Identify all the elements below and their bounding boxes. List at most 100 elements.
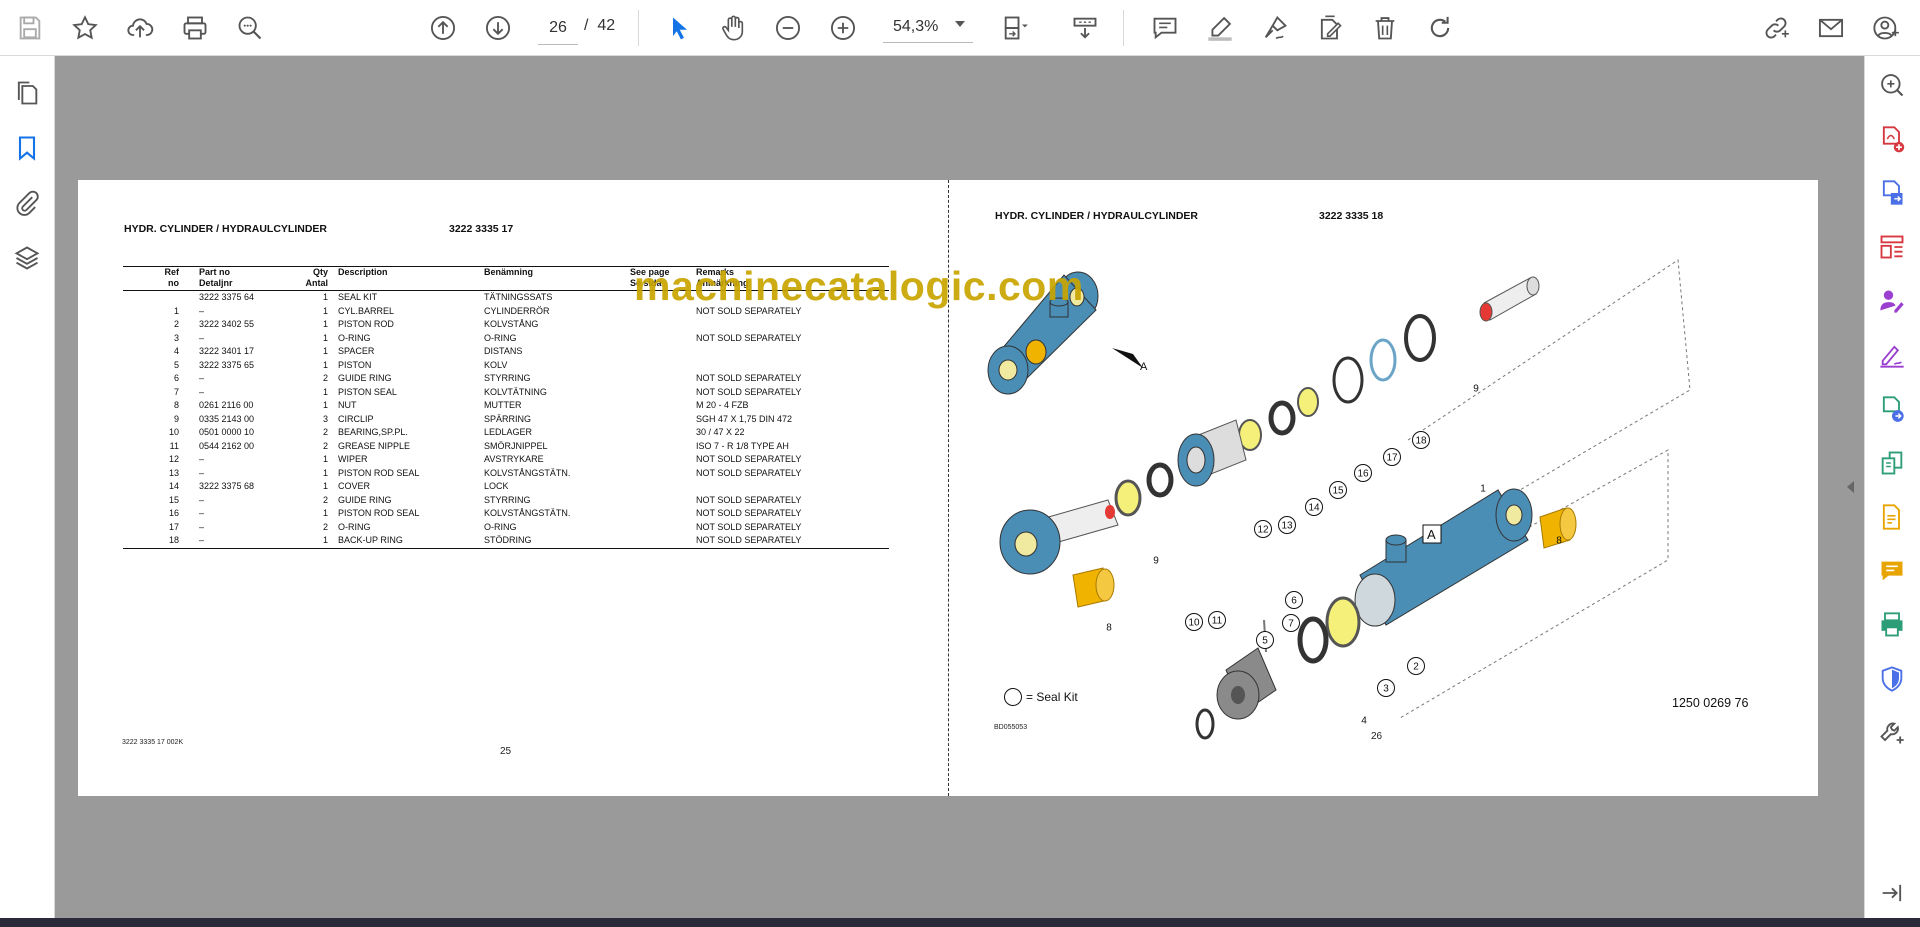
fill-sign-icon[interactable] (1875, 338, 1909, 372)
table-cell-rem (696, 345, 889, 359)
print-icon[interactable] (175, 8, 215, 48)
table-cell-desc: PISTON ROD SEAL (338, 467, 420, 478)
table-cell-qty: 1 (322, 319, 328, 329)
table-cell-desc: PISTON ROD SEAL (338, 508, 420, 518)
col-ref: Ref no (164, 267, 179, 288)
comment-icon[interactable] (1145, 8, 1185, 48)
table-row: 3 – 1 O-RING O-RING NOT SOLD SEPARATELY (123, 332, 889, 346)
right-page-part-number: 3222 3335 18 (1319, 210, 1384, 222)
table-cell-ref: 17 (168, 521, 179, 532)
page-number-input[interactable] (538, 12, 578, 45)
callout-label: 13 (1281, 521, 1293, 532)
table-cell-see (630, 359, 696, 373)
delete-icon[interactable] (1365, 8, 1405, 48)
compress-icon[interactable] (1875, 446, 1909, 480)
table-cell-desc: PISTON ROD (338, 319, 394, 329)
pages-icon[interactable] (10, 76, 44, 110)
table-cell-ben: STÖDRING (484, 535, 532, 545)
zoom-out-icon[interactable] (768, 8, 808, 48)
zoom-in-icon[interactable] (823, 8, 863, 48)
table-cell-rem: 30 / 47 X 22 (696, 427, 745, 437)
table-row: 6 – 2 GUIDE RING STYRRING NOT SOLD SEPARATELY (123, 372, 889, 386)
table-cell-qty: 1 (322, 481, 328, 491)
sign-icon[interactable] (1255, 8, 1295, 48)
table-cell-part: 3222 3401 17 (199, 346, 255, 356)
right-page-footer-code: BD055053 (994, 724, 1028, 731)
page-total: / 42 (584, 17, 616, 34)
export-pdf-icon[interactable] (1875, 176, 1909, 210)
table-cell-ben: STYRRING (484, 494, 531, 505)
table-cell-see (630, 318, 696, 332)
more-tools-icon[interactable] (1875, 716, 1909, 750)
left-navigation-rail (0, 56, 69, 918)
table-cell-ben: O-RING (484, 521, 517, 532)
edit-pdf-icon[interactable] (1875, 392, 1909, 426)
page-down-icon[interactable] (478, 8, 518, 48)
table-cell-qty: 1 (322, 400, 328, 410)
scroll-mode-icon[interactable] (1065, 8, 1105, 48)
star-icon[interactable] (65, 8, 105, 48)
table-cell-ben: CYLINDERRÖR (484, 305, 550, 316)
callout-label: 8 (1106, 623, 1112, 634)
upload-icon[interactable] (120, 8, 160, 48)
table-cell-see (630, 453, 696, 467)
hand-icon[interactable] (713, 8, 753, 48)
toolbar-separator (1123, 10, 1124, 46)
highlight-icon[interactable] (1200, 8, 1240, 48)
protect-icon[interactable] (1875, 662, 1909, 696)
zoom-level-select[interactable]: 54,3% (883, 12, 973, 43)
print-production-icon[interactable] (1875, 608, 1909, 642)
callout-label: 18 (1415, 436, 1427, 447)
table-cell-desc: GREASE NIPPLE (338, 440, 411, 451)
table-row: 16 – 1 PISTON ROD SEAL KOLVSTÅNGSTÄTN. NOT SO… (123, 507, 889, 521)
table-cell-qty: 2 (322, 494, 328, 505)
select-arrow-icon[interactable] (660, 8, 700, 48)
table-row: 14 3222 3375 68 1 COVER LOCK (123, 480, 889, 494)
table-cell-qty: 1 (322, 305, 328, 316)
attachment-icon[interactable] (10, 186, 44, 220)
combine-icon[interactable] (1875, 500, 1909, 534)
table-cell-desc: GUIDE RING (338, 494, 392, 505)
zoom-search-icon[interactable] (230, 8, 270, 48)
fit-page-icon[interactable] (995, 8, 1035, 48)
table-cell-see (630, 494, 696, 508)
comment-tool-icon[interactable] (1875, 554, 1909, 588)
email-icon[interactable] (1811, 8, 1851, 48)
collapse-panel-icon[interactable] (1875, 876, 1909, 910)
callout-label: 7 (1288, 619, 1294, 630)
share-link-icon[interactable] (1756, 8, 1796, 48)
rotate-icon[interactable] (1420, 8, 1460, 48)
request-sign-icon[interactable] (1875, 284, 1909, 318)
edit-icon[interactable] (1310, 8, 1350, 48)
table-cell-desc: BACK-UP RING (338, 535, 403, 545)
left-page-number: 25 (500, 746, 512, 757)
collapse-right-panel-icon[interactable] (1847, 481, 1854, 493)
table-cell-qty: 1 (322, 454, 328, 464)
toolbar: / 42 54,3% (0, 0, 1920, 56)
table-cell-ref: 4 (173, 346, 179, 356)
table-cell-ref: 2 (173, 319, 179, 329)
table-row: 11 0544 2162 00 2 GREASE NIPPLE SMÖRJNIPPEL I… (123, 440, 889, 454)
organize-icon[interactable] (1875, 230, 1909, 264)
col-benamning: Benämning (484, 267, 534, 277)
table-cell-desc: O-RING (338, 332, 371, 343)
page-up-icon[interactable] (423, 8, 463, 48)
table-cell-rem (696, 318, 889, 332)
table-row: 2 3222 3402 55 1 PISTON ROD KOLVSTÅNG (123, 318, 889, 332)
create-pdf-icon[interactable] (1875, 122, 1909, 156)
table-cell-rem: M 20 - 4 FZB (696, 400, 749, 410)
bookmark-icon[interactable] (10, 131, 44, 165)
table-row: 18 – 1 BACK-UP RING STÖDRING NOT SOLD SEPARAT… (123, 534, 889, 548)
table-cell-see (630, 534, 696, 548)
save-icon[interactable] (10, 8, 50, 48)
table-cell-see (630, 399, 696, 413)
table-row: 8 0261 2116 00 1 NUT MUTTER M 20 - 4 FZB (123, 399, 889, 413)
table-cell-see (630, 386, 696, 400)
account-icon[interactable] (1866, 8, 1906, 48)
table-cell-rem: NOT SOLD SEPARATELY (696, 332, 802, 343)
table-cell-ref: 15 (168, 494, 179, 505)
layers-icon[interactable] (10, 241, 44, 275)
table-cell-rem: NOT SOLD SEPARATELY (696, 521, 802, 532)
find-icon[interactable] (1875, 68, 1909, 102)
toolbar-separator (638, 10, 639, 46)
